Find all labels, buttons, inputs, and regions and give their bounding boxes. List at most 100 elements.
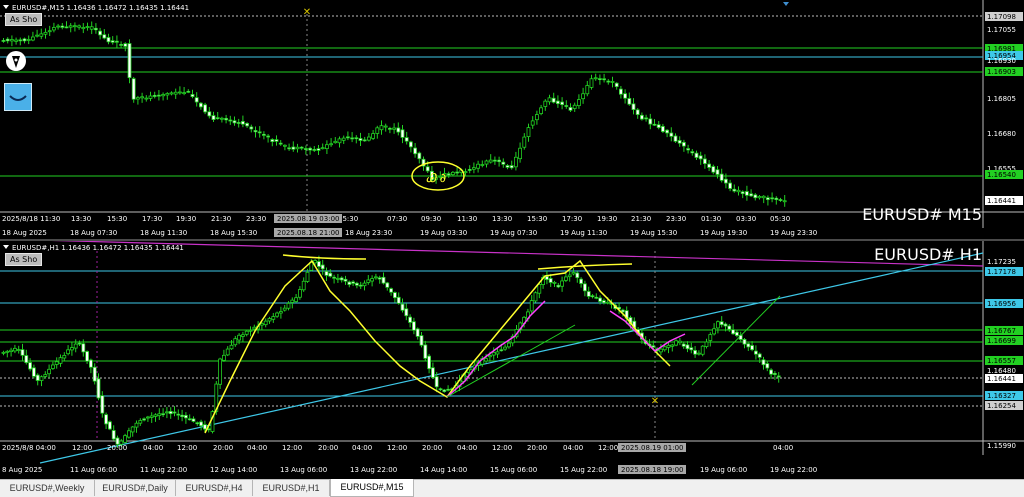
candle-body	[30, 36, 35, 41]
candle-body	[568, 107, 573, 111]
candle-body	[108, 421, 112, 430]
candle-body	[341, 137, 346, 141]
time-axis-label-secondary: 19 Aug 23:30	[770, 229, 817, 237]
candle-body	[770, 197, 774, 200]
candle-body	[776, 375, 781, 378]
candle-body	[766, 197, 770, 201]
chart-m15-canvas[interactable]: ✕Ꮚ ∂1.170981.170551.169811.169541.169301…	[0, 0, 1024, 240]
candle-body	[157, 413, 162, 416]
candle-body	[415, 328, 420, 337]
candle-body	[488, 159, 493, 163]
candle-body	[190, 94, 195, 98]
candle-body	[467, 169, 472, 171]
candle-body	[32, 367, 36, 377]
candle-body	[233, 338, 238, 346]
candle-body	[724, 178, 728, 184]
candle-body	[383, 125, 388, 128]
candle-body	[324, 270, 329, 276]
candle-body	[194, 97, 199, 103]
chart-h1-canvas[interactable]: ✕ 1.17235 1.17178 1.16956 1.16767 1.16699 1.16…	[0, 238, 1024, 477]
candle-body	[581, 93, 585, 100]
candle-body	[286, 302, 291, 309]
candle-body	[745, 191, 749, 196]
time-axis-label: 03:30	[736, 215, 756, 223]
candle-body	[366, 279, 371, 283]
candle-body	[711, 166, 716, 173]
candle-body	[586, 291, 591, 297]
candle-body	[413, 147, 418, 155]
time-axis-label: 20:00	[318, 444, 338, 452]
candle-body	[698, 155, 703, 160]
candle-body	[245, 123, 250, 127]
green-trendline	[691, 295, 781, 386]
candle-body	[358, 284, 363, 287]
candle-body	[68, 25, 73, 28]
candle-body	[605, 301, 610, 304]
chart-m15[interactable]: ✕ Ꮚ ∂ 1.17098 1.17055 1.16981 1.16954 1.16930 1…	[0, 0, 1024, 240]
price-axis-label: 1.17235	[987, 258, 1016, 266]
chart-menu-icon[interactable]	[3, 5, 9, 9]
candle-body	[782, 200, 787, 203]
candle-body	[648, 118, 653, 125]
time-axis-label-secondary: 18 Aug 2025	[2, 229, 47, 237]
candle-body	[719, 173, 724, 181]
candle-body	[335, 277, 340, 280]
candle-body	[396, 296, 401, 304]
time-axis-label: 2025/8/18 11:30	[2, 215, 60, 223]
candle-body	[732, 188, 737, 192]
candle-body	[778, 199, 783, 201]
candle-body	[419, 335, 424, 346]
candle-body	[104, 414, 108, 425]
pen-tool-icon[interactable]	[5, 50, 27, 72]
candle-body	[266, 135, 271, 138]
candle-body	[560, 280, 564, 287]
candle-body	[567, 274, 572, 278]
candle-body	[85, 26, 90, 28]
candle-body	[761, 359, 766, 366]
candle-body	[187, 418, 192, 421]
candle-body	[172, 411, 177, 414]
candle-body	[316, 148, 321, 151]
tab-m15[interactable]: EURUSD#,M15	[330, 479, 414, 497]
smile-indicator-icon[interactable]	[4, 83, 32, 111]
cursor-time-label: 2025.08.19 03:00	[277, 215, 339, 223]
tab-h1[interactable]: EURUSD#,H1	[253, 480, 330, 496]
tab-h4[interactable]: EURUSD#,H4	[176, 480, 253, 496]
candle-body	[232, 120, 237, 124]
candle-body	[533, 292, 538, 302]
candle-body	[47, 368, 51, 375]
candle-body	[556, 100, 560, 105]
time-axis-label-secondary: 19 Aug 11:30	[560, 229, 607, 237]
candle-body	[236, 122, 241, 124]
candle-body	[110, 40, 115, 43]
price-axis-label: 1.16699	[987, 337, 1016, 345]
candle-body	[144, 97, 149, 100]
chart-h1-header: EURUSD#,H1 1.16436 1.16472 1.16435 1.164…	[3, 244, 184, 252]
candle-body	[411, 321, 416, 331]
candle-body	[736, 189, 741, 193]
chart-m15-header-text: EURUSD#,M15 1.16436 1.16472 1.16435 1.16…	[12, 4, 190, 12]
chart-h1[interactable]: ✕ 1.17235 1.17178 1.16956 1.16767 1.16699 1.16…	[0, 238, 1024, 477]
tab-daily[interactable]: EURUSD#,Daily	[95, 480, 176, 496]
time-axis-label-secondary: 8 Aug 2025	[2, 466, 42, 474]
candle-body	[294, 297, 299, 302]
candle-body	[127, 430, 131, 438]
candle-body	[347, 281, 352, 285]
candle-body	[506, 342, 511, 348]
chart-menu-icon[interactable]	[3, 245, 9, 249]
candle-body	[290, 299, 295, 303]
candle-body	[176, 413, 181, 416]
as-show-button[interactable]: As Sho	[5, 13, 43, 26]
candle-body	[328, 272, 333, 277]
candle-body	[754, 350, 758, 355]
as-show-button[interactable]: As Sho	[5, 253, 43, 266]
candle-body	[9, 349, 14, 352]
candle-body	[651, 345, 656, 348]
candle-body	[665, 129, 669, 134]
time-axis-label-secondary: 18 Aug 15:30	[210, 229, 257, 237]
tab-weekly[interactable]: EURUSD#,Weekly	[0, 480, 95, 496]
shift-marker-icon	[783, 2, 789, 6]
candle-body	[669, 132, 674, 137]
candle-body	[547, 97, 552, 103]
candle-body	[240, 334, 245, 337]
